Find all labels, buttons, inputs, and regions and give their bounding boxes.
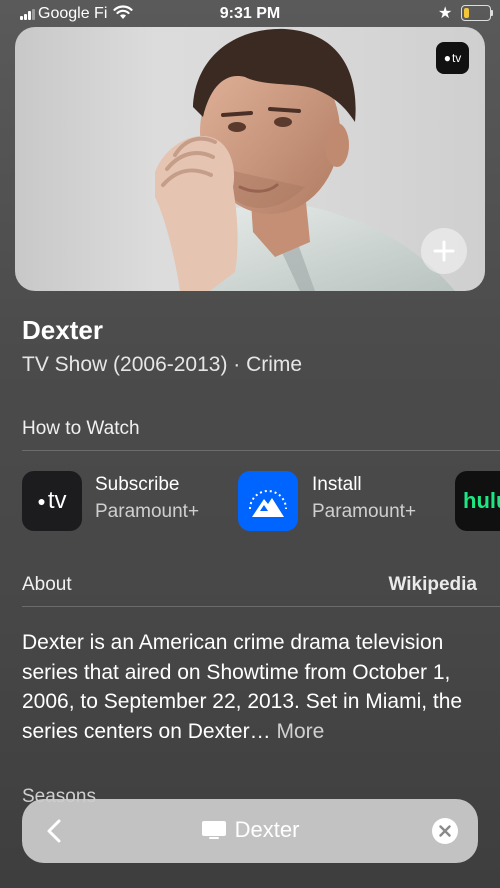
tv-icon — [201, 821, 226, 839]
apple-logo-icon: ● — [443, 51, 451, 65]
paramount-mountain-icon — [249, 490, 287, 517]
plus-icon — [433, 240, 455, 262]
add-button[interactable] — [421, 228, 467, 274]
apple-tv-app-icon[interactable]: ● tv — [22, 471, 82, 531]
show-poster-image — [155, 28, 455, 291]
battery-icon — [461, 5, 491, 21]
hulu-logo: hulu — [463, 488, 500, 513]
show-title: Dexter — [22, 315, 103, 345]
more-link[interactable]: More — [276, 720, 324, 743]
bar-title-text: Dexter — [234, 817, 300, 842]
divider — [22, 450, 500, 451]
apple-logo-icon: ● — [37, 493, 46, 509]
about-heading: About — [22, 574, 72, 595]
close-icon — [439, 825, 451, 837]
provider-service-label: Paramount+ — [95, 501, 200, 522]
battery-level — [463, 7, 469, 18]
how-to-watch-heading: How to Watch — [22, 418, 140, 439]
show-subtitle: TV Show (2006-2013) · Crime — [22, 353, 303, 376]
status-bar: Google Fi 9:31 PM ★ — [0, 0, 500, 28]
star-icon: ★ — [438, 5, 453, 22]
divider — [22, 606, 500, 607]
close-button[interactable] — [432, 818, 458, 844]
badge-label: tv — [451, 51, 462, 65]
subscribe-button[interactable]: Subscribe — [95, 474, 180, 496]
hulu-icon[interactable]: hulu — [455, 471, 500, 531]
provider-icon-label: tv — [47, 487, 67, 514]
about-text: Dexter is an American crime drama televi… — [22, 631, 463, 743]
apple-tv-icon[interactable]: ● tv — [436, 42, 469, 74]
clock: 9:31 PM — [219, 5, 281, 22]
provider-service-label: Paramount+ — [312, 501, 417, 522]
paramount-plus-icon[interactable] — [238, 471, 298, 531]
about-description: Dexter is an American crime drama televi… — [22, 628, 482, 746]
wikipedia-link[interactable]: Wikipedia — [388, 574, 477, 596]
hero-image: ● tv — [15, 27, 485, 291]
bottom-navigation-bar: Dexter — [22, 799, 478, 863]
bar-title: Dexter — [22, 817, 478, 843]
install-button[interactable]: Install — [312, 474, 362, 496]
battery-nub — [491, 10, 493, 16]
